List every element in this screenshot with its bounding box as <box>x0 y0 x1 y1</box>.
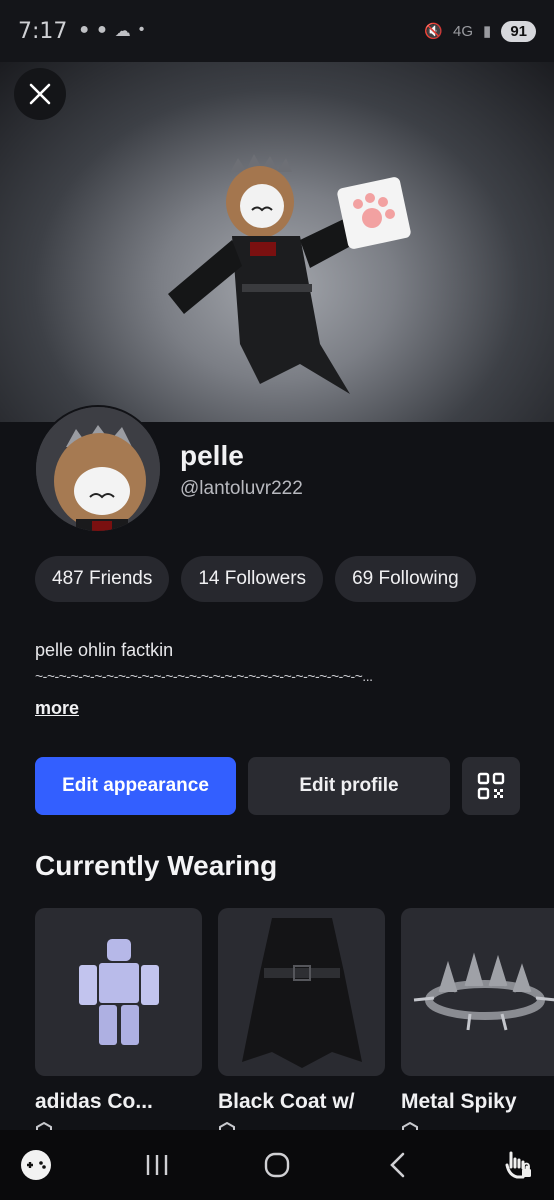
game-controller-button[interactable] <box>16 1145 56 1185</box>
following-label: 69 Following <box>352 568 459 589</box>
item-thumbnail <box>401 908 554 1076</box>
headshot-figure <box>36 407 160 531</box>
battery-badge: 91 <box>501 20 536 42</box>
currently-wearing-title: Currently Wearing <box>35 850 278 881</box>
dot-icon: • <box>138 21 145 38</box>
touch-lock-button[interactable] <box>498 1145 538 1185</box>
display-name: pelle <box>180 440 244 471</box>
status-right: 🔇 4G ▮ 91 <box>424 20 536 42</box>
cloud-icon: ☁ <box>114 23 131 40</box>
followers-button[interactable]: 14 Followers <box>181 556 324 602</box>
more-link[interactable]: more <box>35 698 79 719</box>
home-button[interactable] <box>257 1145 297 1185</box>
avatar-3d-view[interactable] <box>0 62 554 422</box>
friends-button[interactable]: 487 Friends <box>35 556 170 602</box>
home-icon <box>264 1152 290 1178</box>
facebook-icon: ● <box>97 21 107 38</box>
signal-icon: ▮ <box>483 23 492 40</box>
item-name: Metal Spiky <box>401 1090 517 1113</box>
recent-apps-button[interactable] <box>137 1145 177 1185</box>
item-thumbnail <box>218 908 385 1076</box>
back-icon <box>389 1152 404 1178</box>
black-coat-thumbnail <box>241 918 362 1068</box>
notification-icons: ● ● ☁ • <box>79 21 144 41</box>
wearing-item[interactable]: Metal Spiky <box>401 908 554 1140</box>
status-time: 7:17 <box>18 18 68 44</box>
adidas-body-thumbnail <box>78 939 159 1045</box>
network-label: 4G <box>453 22 474 40</box>
edit-profile-button[interactable]: Edit profile <box>248 757 450 815</box>
recent-apps-icon <box>146 1155 167 1175</box>
bio-text-line2: ~-~-~-~-~-~-~-~-~-~-~-~-~-~-~-~-~-~-~-~-… <box>35 668 373 684</box>
hand-lock-icon <box>505 1151 531 1179</box>
item-name: adidas Co... <box>35 1090 153 1113</box>
edit-appearance-button[interactable]: Edit appearance <box>35 757 236 815</box>
currently-wearing-list: adidas Co... Black Coat w/ Metal Spiky <box>35 908 554 1140</box>
close-button[interactable] <box>14 68 66 120</box>
wearing-item[interactable]: adidas Co... <box>35 908 202 1140</box>
status-bar: 7:17 ● ● ☁ • 🔇 4G ▮ 91 <box>0 0 554 62</box>
qr-code-icon <box>477 772 505 800</box>
followers-label: 14 Followers <box>198 568 307 589</box>
avatar-3d-figure <box>168 154 411 394</box>
system-nav-bar <box>0 1130 554 1200</box>
game-controller-icon <box>21 1150 51 1180</box>
bio-text: pelle ohlin factkin <box>35 640 174 660</box>
username: @lantoluvr222 <box>180 478 303 499</box>
profile-stats: 487 Friends 14 Followers 69 Following <box>35 556 476 602</box>
friends-label: 487 Friends <box>52 568 153 589</box>
action-buttons: Edit appearance Edit profile <box>35 757 520 815</box>
back-button[interactable] <box>378 1145 418 1185</box>
qr-code-button[interactable] <box>462 757 520 815</box>
wearing-item[interactable]: Black Coat w/ <box>218 908 385 1140</box>
close-icon <box>29 83 51 105</box>
metal-spiky-crown-thumbnail <box>413 952 554 1031</box>
item-name: Black Coat w/ <box>218 1090 355 1113</box>
mute-icon: 🔇 <box>424 23 444 40</box>
snapchat-icon: ● <box>79 21 90 38</box>
avatar-headshot[interactable] <box>34 405 162 533</box>
following-button[interactable]: 69 Following <box>335 556 476 602</box>
item-thumbnail <box>35 908 202 1076</box>
